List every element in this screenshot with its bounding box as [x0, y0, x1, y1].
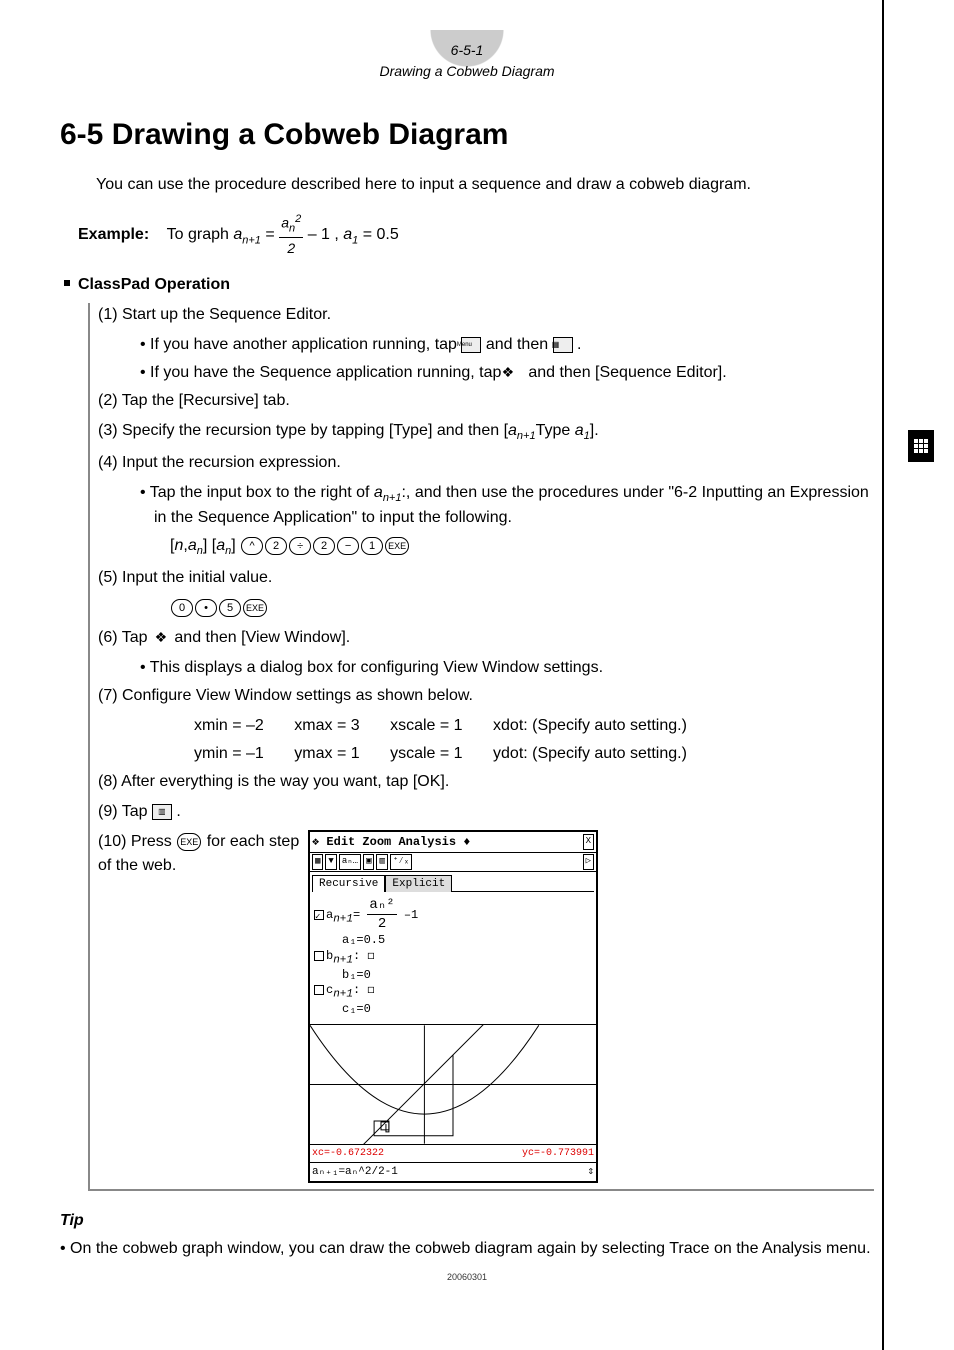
- step-5: (5) Input the initial value.: [98, 566, 874, 590]
- key-exe-1[interactable]: EXE: [385, 537, 409, 555]
- step-1-bullet-2: • If you have the Sequence application r…: [154, 361, 874, 385]
- key-div[interactable]: ÷: [289, 537, 311, 555]
- step-9: (9) Tap ▥ .: [98, 800, 874, 824]
- calc-tabs: RecursiveExplicit: [310, 872, 596, 895]
- step-1-bullet-1: • If you have another application runnin…: [154, 333, 874, 357]
- bottom-expression: aₙ₊₁=aₙ^2/2-1: [312, 1164, 398, 1181]
- eq-b[interactable]: bn+1: ◻: [314, 949, 592, 968]
- tip-text: • On the cobweb graph window, you can dr…: [72, 1237, 874, 1261]
- key-minus[interactable]: −: [337, 537, 359, 555]
- step-2: (2) Tap the [Recursive] tab.: [98, 389, 874, 413]
- tip-label: Tip: [60, 1209, 874, 1233]
- example-tail: – 1 ,: [308, 226, 344, 243]
- operation-steps: (1) Start up the Sequence Editor. • If y…: [88, 303, 874, 1191]
- section-head: ClassPad Operation: [78, 273, 874, 297]
- scroll-indicator-icon[interactable]: ⇕: [587, 1164, 594, 1181]
- toolbar-btn-1[interactable]: ▦: [312, 854, 323, 870]
- key-2b[interactable]: 2: [313, 537, 335, 555]
- calc-menu-items[interactable]: ❖ Edit Zoom Analysis ♦: [312, 833, 470, 851]
- status-xc: xc=-0.672322: [312, 1146, 384, 1161]
- step-1: (1) Start up the Sequence Editor.: [98, 303, 874, 327]
- example-fraction: an2 2: [279, 211, 303, 259]
- view-window-x: xmin = –2 xmax = 3 xscale = 1 xdot: (Spe…: [194, 714, 874, 738]
- eq-b1[interactable]: b₁=0: [342, 968, 592, 984]
- intro-text: You can use the procedure described here…: [96, 173, 874, 197]
- key-5[interactable]: 5: [219, 599, 241, 617]
- key-1[interactable]: 1: [361, 537, 383, 555]
- toolbar-btn-6[interactable]: ⁺⁄ₓ: [390, 854, 412, 870]
- checkbox-a-icon[interactable]: [314, 910, 324, 920]
- tab-explicit[interactable]: Explicit: [385, 875, 452, 893]
- key-exe-3[interactable]: EXE: [177, 833, 201, 851]
- calc-bottom-bar: aₙ₊₁=aₙ^2/2-1 ⇕: [310, 1162, 596, 1182]
- step-4-expression: [n,an] [an] ^2÷2−1EXE: [170, 534, 874, 560]
- example-lhs-a: a: [233, 226, 242, 243]
- page-title: 6-5 Drawing a Cobweb Diagram: [60, 112, 874, 157]
- key-exe-2[interactable]: EXE: [243, 599, 267, 617]
- key-0[interactable]: 0: [171, 599, 193, 617]
- calc-close-icon[interactable]: X: [583, 834, 594, 850]
- sequence-app-icon[interactable]: ▦: [553, 337, 573, 353]
- example-prefix: To graph: [167, 226, 234, 243]
- eq-a1[interactable]: a₁=0.5: [342, 933, 592, 949]
- tab-recursive[interactable]: Recursive: [312, 875, 385, 893]
- cobweb-plot: [310, 1025, 596, 1144]
- calc-graph-area[interactable]: [310, 1024, 596, 1144]
- header-line2: Drawing a Cobweb Diagram: [337, 61, 597, 82]
- example-label: Example:: [78, 226, 149, 243]
- calculator-screenshot: ❖ Edit Zoom Analysis ♦ X ▦ ▼ aₙ… ▣ ▥ ⁺⁄ₓ…: [308, 830, 598, 1183]
- settings-menu-icon-2[interactable]: ❖: [152, 629, 170, 647]
- calc-menu-bar: ❖ Edit Zoom Analysis ♦ X: [310, 832, 596, 853]
- example-equals: =: [265, 226, 279, 243]
- step-5-expression: 0•5EXE: [170, 596, 874, 620]
- toolbar-btn-3[interactable]: aₙ…: [339, 854, 361, 870]
- step-8: (8) After everything is the way you want…: [98, 770, 874, 794]
- menu-icon[interactable]: Menu: [461, 337, 481, 353]
- step-4: (4) Input the recursion expression.: [98, 451, 874, 475]
- view-window-y: ymin = –1 ymax = 1 yscale = 1 ydot: (Spe…: [194, 742, 874, 766]
- tip-section: Tip • On the cobweb graph window, you ca…: [60, 1209, 874, 1261]
- eq-a[interactable]: an+1= aₙ²2 –1: [314, 896, 592, 933]
- page-right-border: [882, 0, 884, 1350]
- step-7: (7) Configure View Window settings as sh…: [98, 684, 874, 708]
- checkbox-c-icon[interactable]: [314, 985, 324, 995]
- cobweb-icon[interactable]: ▥: [152, 804, 172, 820]
- step-6-bullet: • This displays a dialog box for configu…: [154, 656, 874, 680]
- step-10: (10) Press EXE for each step of the web.: [98, 830, 308, 878]
- step-3: (3) Specify the recursion type by tappin…: [98, 419, 874, 445]
- toolbar-btn-4[interactable]: ▣: [363, 854, 374, 870]
- toolbar-expand-icon[interactable]: ▷: [583, 854, 594, 870]
- step-4-bullet: • Tap the input box to the right of an+1…: [154, 481, 874, 531]
- key-2a[interactable]: 2: [265, 537, 287, 555]
- example-line: Example: To graph an+1 = an2 2 – 1 , a1 …: [78, 211, 874, 259]
- calculator-side-icon: [908, 430, 934, 462]
- page-header-badge: 6-5-1 Drawing a Cobweb Diagram: [337, 30, 597, 82]
- eq-c1[interactable]: c₁=0: [342, 1002, 592, 1018]
- header-line1: 6-5-1: [337, 40, 597, 61]
- step-6: (6) Tap ❖ and then [View Window].: [98, 626, 874, 650]
- key-dot[interactable]: •: [195, 599, 217, 617]
- calc-toolbar: ▦ ▼ aₙ… ▣ ▥ ⁺⁄ₓ ▷: [310, 853, 596, 872]
- key-caret[interactable]: ^: [241, 537, 263, 555]
- settings-menu-icon[interactable]: ❖: [506, 364, 524, 382]
- calc-equation-area: an+1= aₙ²2 –1 a₁=0.5 bn+1: ◻ b₁=0 cn+1: …: [310, 894, 596, 1024]
- calc-trace-status: xc=-0.672322 yc=-0.773991: [310, 1144, 596, 1162]
- toolbar-btn-2[interactable]: ▼: [325, 854, 336, 870]
- eq-c[interactable]: cn+1: ◻: [314, 983, 592, 1002]
- status-yc: yc=-0.773991: [522, 1146, 594, 1161]
- toolbar-btn-5[interactable]: ▥: [376, 854, 387, 870]
- checkbox-b-icon[interactable]: [314, 951, 324, 961]
- example-lhs-sub: n+1: [242, 234, 261, 246]
- footer-code: 20060301: [60, 1271, 874, 1285]
